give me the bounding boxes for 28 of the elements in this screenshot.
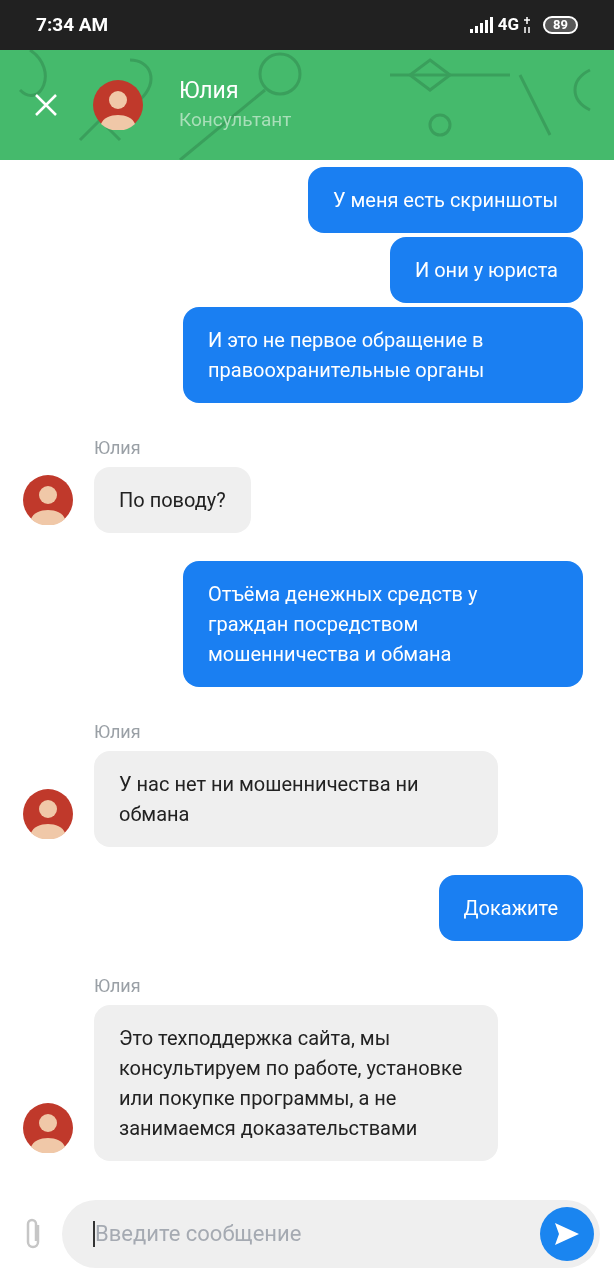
avatar: [23, 1103, 73, 1153]
received-message: Это техподдержка сайта, мы консультируем по работе, установке или покупке программы, а не занимаемся доказательствами: [94, 1005, 498, 1161]
close-icon: [34, 93, 58, 117]
sent-message: У меня есть скриншоты: [307, 167, 583, 233]
avatar: [23, 789, 73, 839]
sent-message: И они у юриста: [390, 237, 583, 303]
sent-message: Отъёма денежных средств у граждан посредством мошенничества и обмана: [183, 561, 583, 687]
signal-icon: [469, 17, 494, 33]
data-arrows-icon: [523, 17, 532, 33]
send-icon: [554, 1221, 580, 1246]
avatar: [23, 475, 73, 525]
message-input[interactable]: Введите сообщение: [95, 1217, 540, 1250]
sent-message: Докажите: [438, 875, 583, 941]
battery-indicator: 89: [543, 16, 578, 34]
avatar: [93, 80, 143, 130]
status-time: 7:34 AM: [36, 11, 109, 38]
received-message: У нас нет ни мошенничества ни обмана: [94, 751, 498, 847]
message-field[interactable]: Введите сообщение: [62, 1199, 600, 1268]
network-type: 4G: [497, 13, 520, 37]
received-message: По поводу?: [94, 467, 251, 533]
sent-message: И это не первое обращение в правоохранительные органы: [183, 307, 583, 403]
contact-name: Юлия: [179, 76, 240, 106]
contact-role: Консультант: [179, 107, 292, 133]
send-button[interactable]: [540, 1206, 594, 1261]
text-cursor: [93, 1220, 95, 1247]
sender-name: Юлия: [94, 436, 142, 460]
sender-name: Юлия: [94, 974, 142, 998]
sender-name: Юлия: [94, 720, 142, 744]
